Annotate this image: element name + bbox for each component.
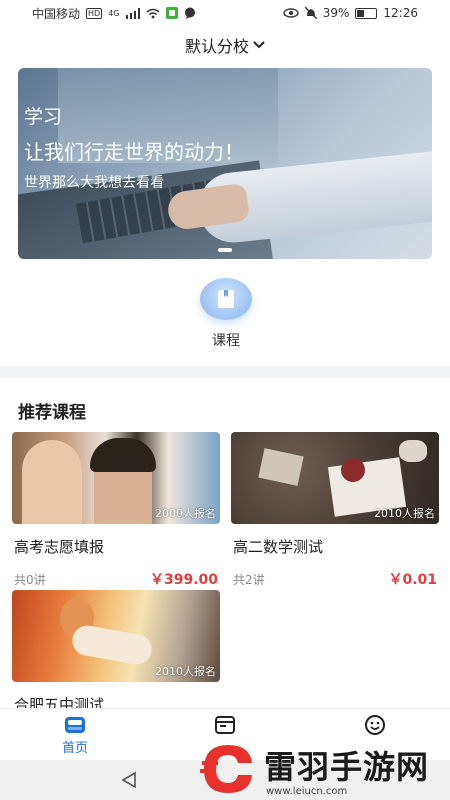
header: 默认分校 xyxy=(0,26,450,64)
watermark-url: www.leiucn.com xyxy=(266,785,348,797)
signal-icon xyxy=(125,7,140,19)
course-price: ￥399.00 xyxy=(149,572,218,588)
campus-selector[interactable]: 默认分校 xyxy=(185,33,265,57)
home-icon xyxy=(64,715,86,735)
thumb-object xyxy=(341,458,365,482)
chevron-down-icon xyxy=(253,41,265,49)
nav-home-label: 首页 xyxy=(61,741,88,756)
eye-icon xyxy=(283,8,299,18)
lesson-count: 共0讲 xyxy=(14,572,46,587)
course-meta: 共0讲 ￥399.00 xyxy=(12,569,220,589)
back-triangle-icon xyxy=(121,771,136,789)
system-back-button[interactable] xyxy=(118,769,140,791)
carousel-indicator[interactable] xyxy=(218,248,232,252)
thumb-hair xyxy=(90,438,156,472)
banner-slogan: 让我们行走世界的动力！ xyxy=(24,140,244,164)
battery-percent: 39% xyxy=(322,6,350,20)
chat-notification-icon xyxy=(184,7,196,19)
course-entry-label: 课程 xyxy=(212,333,240,349)
recommended-courses: 推荐课程 2000人报名 高考志愿填报 共0讲 ￥399.00 2010人报名 … xyxy=(0,378,450,708)
course-title: 高考志愿填报 xyxy=(14,538,105,556)
smiley-icon xyxy=(364,715,386,735)
watermark-logo-icon xyxy=(200,745,252,793)
course-title: 合肥五中测试 xyxy=(14,696,105,708)
network-label: 4G xyxy=(108,8,120,18)
course-card[interactable]: 2010人报名 合肥五中测试 xyxy=(12,590,220,708)
enrolled-count: 2010人报名 xyxy=(374,507,435,520)
enrolled-count: 2010人报名 xyxy=(155,665,216,678)
watermark-text: 雷羽手游网 www.leiucn.com xyxy=(264,742,429,797)
wifi-icon xyxy=(146,8,160,19)
enrolled-count: 2000人报名 xyxy=(155,507,216,520)
course-price: ￥0.01 xyxy=(388,572,437,588)
course-meta: 共2讲 ￥0.01 xyxy=(231,569,439,589)
thumb-person-1 xyxy=(22,440,82,524)
course-thumbnail: 2010人报名 xyxy=(12,590,220,682)
nav-home[interactable]: 首页 xyxy=(0,709,150,760)
course-card[interactable]: 2010人报名 高二数学测试 共2讲 ￥0.01 xyxy=(231,432,439,589)
banner-carousel[interactable]: 学习 让我们行走世界的动力！ 世界那么大我想去看看 xyxy=(18,68,432,259)
campus-label: 默认分校 xyxy=(184,37,249,56)
status-bar: 中国移动 HD 4G 39% 12:26 xyxy=(0,0,450,26)
clock: 12:26 xyxy=(383,6,418,20)
carrier-label: 中国移动 xyxy=(32,6,81,21)
banner-section: 学习 让我们行走世界的动力！ 世界那么大我想去看看 xyxy=(0,64,450,270)
status-right: 39% 12:26 xyxy=(283,6,418,20)
section-title: 推荐课程 xyxy=(18,403,86,423)
battery-icon xyxy=(355,7,378,19)
battery-fill xyxy=(357,9,365,17)
thumb-body xyxy=(70,623,154,667)
course-card[interactable]: 2000人报名 高考志愿填报 共0讲 ￥399.00 xyxy=(12,432,220,589)
mute-icon xyxy=(304,7,317,19)
quick-nav: 课程 xyxy=(0,270,450,366)
hd-badge: HD xyxy=(86,7,103,19)
calendar-icon xyxy=(214,715,236,735)
watermark-title: 雷羽手游网 xyxy=(264,747,430,786)
course-entry-button[interactable]: 课程 xyxy=(198,278,254,350)
book-icon xyxy=(200,278,252,320)
status-left: 中国移动 HD 4G xyxy=(32,5,196,22)
lesson-count: 共2讲 xyxy=(233,572,265,587)
watermark: 雷羽手游网 www.leiucn.com xyxy=(200,738,450,800)
course-title: 高二数学测试 xyxy=(233,538,324,556)
banner-title: 学习 xyxy=(24,106,63,128)
thumb-paper-ball xyxy=(399,440,427,462)
course-thumbnail: 2000人报名 xyxy=(12,432,220,524)
course-thumbnail: 2010人报名 xyxy=(231,432,439,524)
thumb-paper xyxy=(258,448,304,486)
app-notification-icon xyxy=(165,7,178,19)
banner-subtitle: 世界那么大我想去看看 xyxy=(24,175,164,191)
